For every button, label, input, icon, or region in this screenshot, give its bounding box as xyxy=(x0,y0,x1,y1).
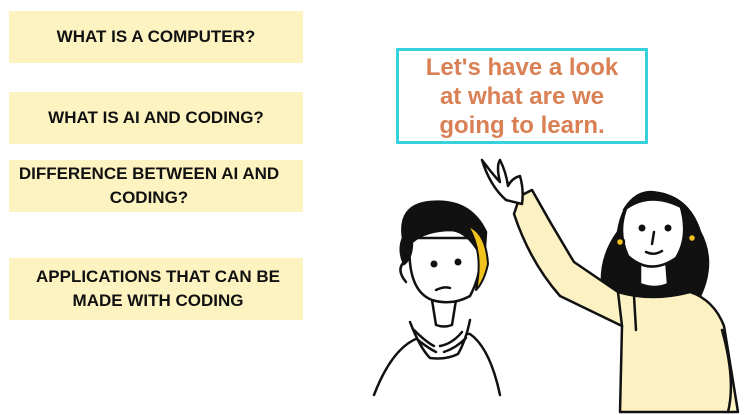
topic-label: DIFFERENCE BETWEEN AI AND CODING? xyxy=(18,164,280,207)
topic-card-computer[interactable]: WHAT IS A COMPUTER? xyxy=(9,11,303,63)
speech-callout: Let's have a look at what are we going t… xyxy=(396,48,648,144)
boy-figure xyxy=(372,200,502,397)
topic-label: WHAT IS A COMPUTER? xyxy=(56,27,256,46)
topic-label: APPLICATIONS THAT CAN BE MADE WITH CODIN… xyxy=(36,267,280,310)
topic-card-difference[interactable]: DIFFERENCE BETWEEN AI AND CODING? xyxy=(9,160,303,212)
topic-card-ai-coding[interactable]: WHAT IS AI AND CODING? xyxy=(9,92,303,144)
topic-card-applications[interactable]: APPLICATIONS THAT CAN BE MADE WITH CODIN… xyxy=(9,258,303,320)
topic-label: WHAT IS AI AND CODING? xyxy=(48,108,264,127)
callout-line: at what are we xyxy=(439,82,605,110)
callout-line: Let's have a look xyxy=(425,53,619,81)
teacher-figure xyxy=(480,158,740,414)
callout-line: going to learn. xyxy=(439,111,605,139)
teacher-student-illustration xyxy=(372,158,740,414)
